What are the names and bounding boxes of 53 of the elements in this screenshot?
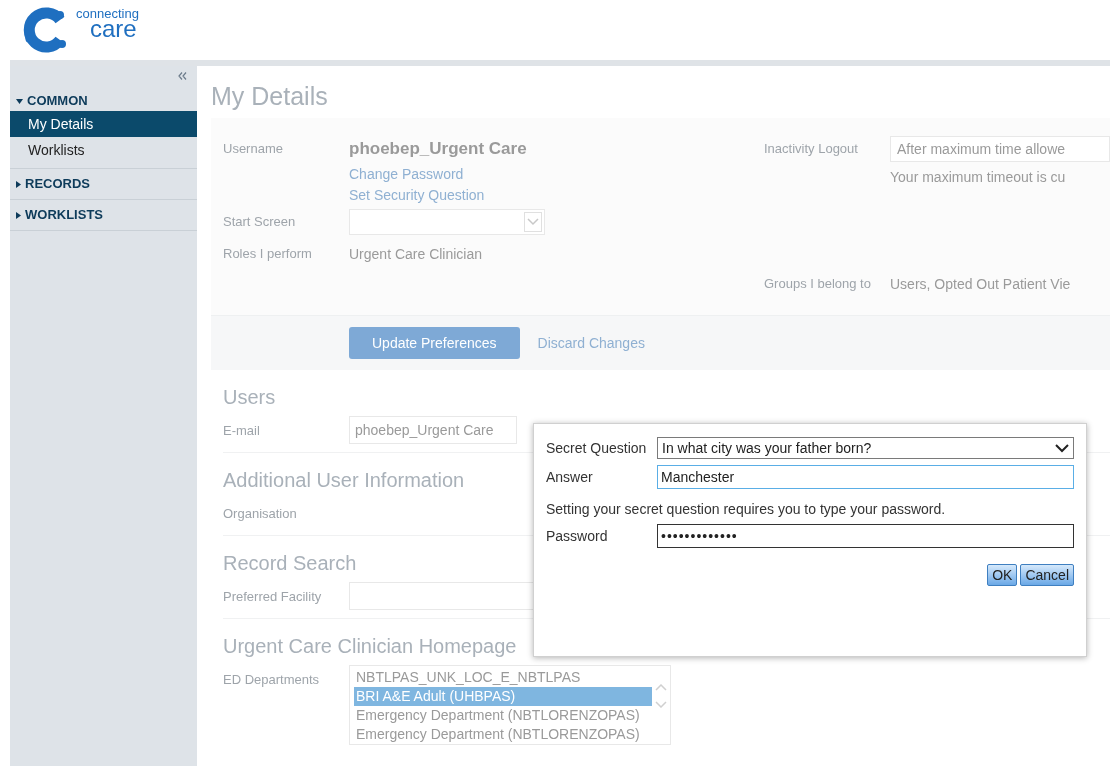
field-label: Roles I perform (223, 245, 313, 264)
answer-field[interactable]: Manchester (657, 465, 1074, 489)
groups-value: Users, Opted Out Patient Vie (890, 275, 1071, 294)
section-heading: Record Search (223, 551, 357, 576)
field-label: Inactivity Logout (764, 140, 859, 159)
timeout-note: Your maximum timeout is cu (890, 167, 1066, 187)
sidebar-item[interactable]: My Details (10, 111, 197, 137)
password-field[interactable]: ••••••••••••• (657, 524, 1074, 548)
chevron-down-icon (524, 212, 542, 232)
caret-icon (16, 180, 21, 188)
field-label: Username (223, 140, 284, 159)
sidebar-section[interactable]: COMMON (10, 91, 197, 111)
scroll-up-icon[interactable] (655, 684, 667, 691)
sidebar-section[interactable]: WORKLISTS (10, 205, 197, 225)
scroll-down-icon[interactable] (655, 701, 667, 708)
inactivity-logout-select[interactable]: After maximum time allowe (890, 136, 1110, 162)
field-label: Organisation (223, 505, 298, 523)
link[interactable]: Set Security Question (349, 185, 485, 206)
username-value: phoebep_Urgent Care (349, 138, 527, 161)
chevron-down-icon (1055, 443, 1069, 453)
field-label: E-mail (223, 422, 261, 440)
list-option[interactable]: NBTLPAS_UNK_LOC_E_NBTLPAS (354, 668, 652, 687)
caret-icon (16, 98, 23, 104)
list-option[interactable]: BRI A&E Adult (UHBPAS) (354, 687, 652, 706)
start-screen-select[interactable] (349, 209, 545, 235)
departments-listbox[interactable]: NBTLPAS_UNK_LOC_E_NBTLPAS BRI A&E Adult (UHBPAS) Emergency Department (NBTLORENZOPAS) Emergency Department (NBTLORENZOPAS) (349, 665, 671, 745)
list-option[interactable]: Emergency Department (NBTLORENZOPAS) (354, 725, 652, 744)
field-label: ED Departments (223, 671, 321, 689)
dialog-button[interactable]: Cancel (1020, 564, 1074, 586)
sidebar-section[interactable]: RECORDS (10, 174, 197, 194)
sidebar-item[interactable]: Worklists (10, 137, 197, 163)
page-title: My Details (210, 81, 329, 112)
collapse-icon[interactable] (178, 72, 187, 80)
field-label: Secret Question (546, 438, 648, 458)
update-preferences-button[interactable]: Update Preferences (349, 327, 520, 359)
list-option[interactable]: Emergency Department (NBTLORENZOPAS) (354, 706, 652, 725)
field-label: Groups I belong to (764, 275, 872, 293)
caret-icon (16, 211, 21, 219)
field-label: Password (546, 526, 609, 546)
email-field[interactable]: phoebep_Urgent Care (349, 416, 517, 444)
secret-question-select[interactable]: In what city was your father born? (657, 437, 1074, 459)
roles-value: Urgent Care Clinician (349, 244, 483, 264)
section-heading: Users (223, 385, 276, 410)
field-label: Answer (546, 467, 594, 487)
field-label: Preferred Facility (223, 588, 323, 606)
link[interactable]: Change Password (349, 164, 464, 185)
password-note: Setting your secret question requires you to type your password. (546, 500, 947, 519)
select-value: In what city was your father born? (662, 438, 872, 458)
section-heading: Additional User Information (223, 468, 465, 493)
field-label: Start Screen (223, 213, 297, 232)
dialog-button[interactable]: OK (987, 564, 1018, 586)
section-heading: Urgent Care Clinician Homepage (223, 634, 517, 659)
discard-changes-link[interactable]: Discard Changes (537, 332, 645, 354)
